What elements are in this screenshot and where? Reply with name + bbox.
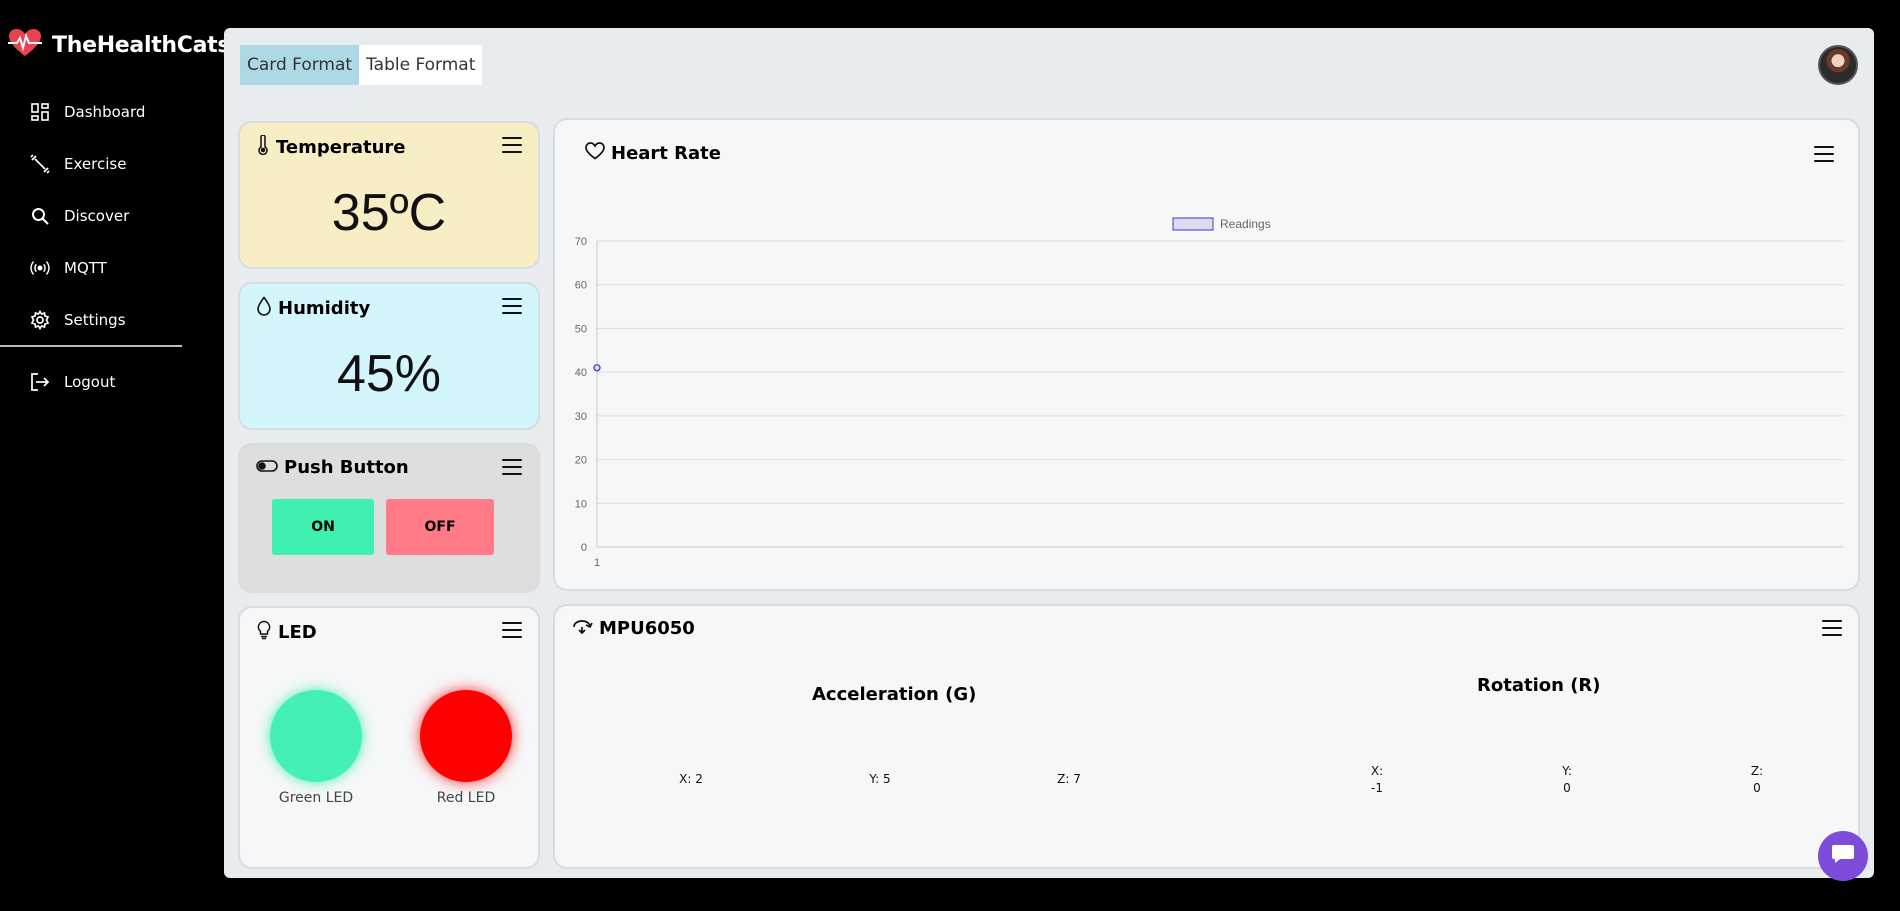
mpu6050-menu-button[interactable] [1822, 620, 1842, 636]
y-tick-label: 40 [575, 367, 587, 379]
sidebar-item-logout[interactable]: Logout [0, 356, 182, 408]
logout-icon [30, 372, 50, 392]
gear-icon [30, 310, 50, 330]
search-icon [30, 206, 50, 226]
rotation-title: Rotation (R) [1477, 675, 1601, 696]
green-led-label: Green LED [278, 790, 354, 806]
dashboard-icon [30, 102, 50, 122]
sidebar-item-mqtt[interactable]: MQTT [0, 242, 182, 294]
y-tick-label: 20 [575, 455, 587, 467]
lightbulb-icon [256, 620, 272, 645]
red-led-label: Red LED [436, 790, 496, 806]
sidebar-divider [0, 345, 182, 347]
sidebar-item-exercise[interactable]: Exercise [0, 138, 182, 190]
heart-rate-card: Heart Rate 0 10 20 30 40 50 60 70 1 Readings [553, 118, 1860, 591]
humidity-menu-button[interactable] [502, 298, 522, 314]
droplet-icon [256, 296, 272, 321]
thermometer-icon [256, 134, 270, 160]
chat-button[interactable] [1818, 831, 1868, 881]
rotation-x-label: X: [1370, 764, 1384, 778]
brand-name: TheHealthCats [52, 32, 231, 58]
mpu6050-title: MPU6050 [599, 618, 695, 639]
sidebar-item-label: Dashboard [64, 103, 146, 121]
y-tick-label: 10 [575, 498, 587, 510]
sidebar-item-dashboard[interactable]: Dashboard [0, 86, 182, 138]
rotation-z-value: 0 [1753, 781, 1761, 795]
on-button[interactable]: ON [272, 499, 374, 555]
sidebar-item-label: Settings [64, 311, 126, 329]
mpu6050-card: MPU6050 Acceleration (G) Rotation (R) X:… [553, 604, 1860, 869]
acceleration-z: Z: 7 [1057, 772, 1081, 786]
main-panel: Card Format Table Format Temperature 35º… [224, 28, 1874, 878]
temperature-card: Temperature 35ºC [238, 121, 540, 269]
heart-pulse-icon [8, 28, 42, 62]
temperature-menu-button[interactable] [502, 137, 522, 153]
tab-card-format[interactable]: Card Format [240, 45, 360, 85]
avatar[interactable] [1818, 45, 1858, 85]
led-title: LED [278, 622, 317, 643]
humidity-value: 45% [336, 345, 442, 403]
rotate-icon [571, 618, 593, 639]
x-tick-label: 1 [594, 557, 600, 569]
sidebar-nav: Dashboard Exercise Discover MQTT Setting… [0, 86, 182, 346]
temperature-title: Temperature [276, 137, 406, 158]
chat-icon [1831, 843, 1855, 869]
legend-label: Readings [1220, 217, 1271, 231]
exercise-icon [30, 154, 50, 174]
toggle-icon [256, 457, 278, 478]
push-button-card: Push Button ON OFF [238, 443, 540, 593]
led-menu-button[interactable] [502, 622, 522, 638]
sidebar-item-label: Discover [64, 207, 130, 225]
tab-table-format[interactable]: Table Format [359, 45, 483, 85]
y-tick-label: 50 [575, 323, 587, 335]
temperature-value: 35ºC [331, 184, 447, 242]
push-button-menu-button[interactable] [502, 459, 522, 475]
rotation-y-value: 0 [1563, 781, 1571, 795]
legend-swatch [1172, 217, 1214, 231]
sidebar-item-discover[interactable]: Discover [0, 190, 182, 242]
humidity-title: Humidity [278, 298, 371, 319]
heart-rate-chart: 0 10 20 30 40 50 60 70 1 Readings [575, 217, 1843, 569]
off-button[interactable]: OFF [386, 499, 494, 555]
sidebar-item-settings[interactable]: Settings [0, 294, 182, 346]
rotation-x-value: -1 [1371, 781, 1383, 795]
brand[interactable]: TheHealthCats [8, 28, 231, 62]
rotation-z-label: Z: [1750, 764, 1764, 778]
data-point [593, 364, 601, 372]
y-tick-label: 0 [581, 542, 587, 554]
humidity-card: Humidity 45% [238, 282, 540, 430]
sidebar: TheHealthCats Dashboard Exercise Discove… [0, 0, 231, 911]
y-tick-label: 30 [575, 411, 587, 423]
y-tick-label: 70 [575, 236, 587, 248]
format-tabs: Card Format Table Format [240, 45, 483, 85]
led-card: LED Green LED Red LED [238, 606, 540, 869]
acceleration-y: Y: 5 [869, 772, 891, 786]
rotation-y-label: Y: [1562, 764, 1572, 778]
green-led-indicator[interactable] [270, 690, 362, 782]
push-button-title: Push Button [284, 457, 409, 478]
red-led-indicator[interactable] [420, 690, 512, 782]
acceleration-x: X: 2 [679, 772, 703, 786]
acceleration-title: Acceleration (G) [812, 684, 977, 705]
broadcast-icon [30, 258, 50, 278]
sidebar-item-label: Exercise [64, 155, 127, 173]
y-tick-label: 60 [575, 280, 587, 292]
sidebar-item-label: MQTT [64, 259, 107, 277]
logout-label: Logout [64, 373, 116, 391]
